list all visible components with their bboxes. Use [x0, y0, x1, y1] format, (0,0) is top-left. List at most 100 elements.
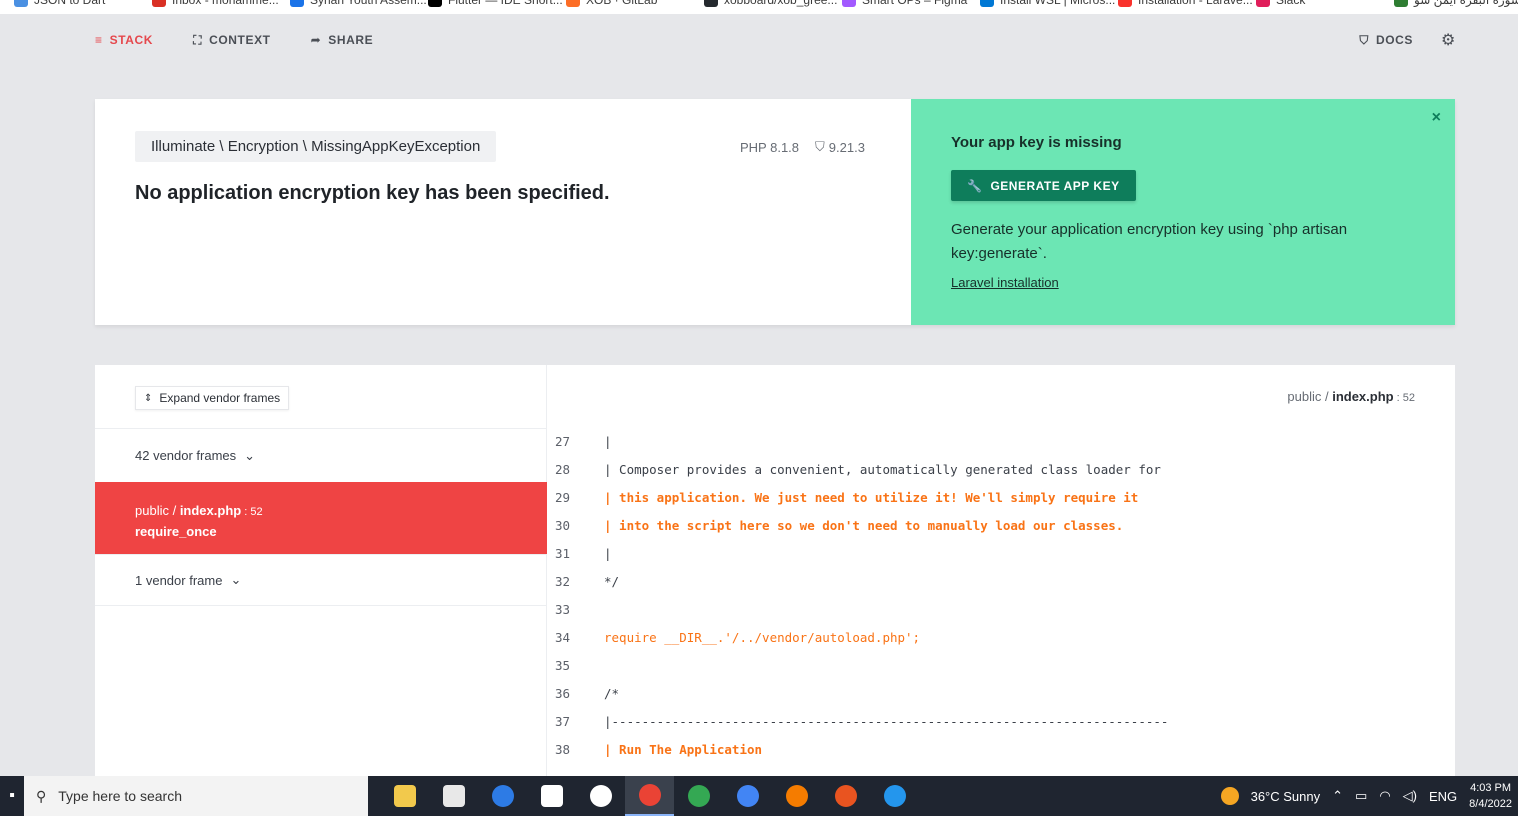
- chevron-up-icon[interactable]: ⌃: [1332, 788, 1343, 804]
- stack-card: ⇕ Expand vendor frames 42 vendor frames …: [95, 365, 1455, 776]
- bookmark-icon: [980, 0, 994, 7]
- share-icon: ➦: [310, 33, 322, 47]
- line-text: |: [604, 433, 612, 449]
- line-text: /*: [604, 685, 620, 701]
- code-file-path: public / index.php : 52: [1287, 389, 1415, 404]
- taskbar-search[interactable]: ⚲ Type here to search: [24, 776, 368, 816]
- line-text: | Composer provides a convenient, automa…: [604, 461, 1161, 477]
- line-number: 32: [555, 573, 571, 589]
- bookmark-item[interactable]: Flutter — IDE Short...: [428, 0, 563, 7]
- bookmark-item[interactable]: XOB · GitLab: [566, 0, 657, 7]
- laravel-installation-link[interactable]: Laravel installation: [951, 275, 1059, 290]
- bookmark-item[interactable]: سورة البقرة ايمن سو...: [1394, 0, 1518, 7]
- sort-icon: ⇕: [144, 392, 153, 404]
- search-icon: ⚲: [36, 787, 47, 804]
- language[interactable]: ENG: [1429, 789, 1457, 804]
- code-line: 31 |: [547, 539, 1455, 567]
- code-line: 34 require __DIR__.'/../vendor/autoload.p…: [547, 623, 1455, 651]
- code-line: 30 | into the script here so we don't nee…: [547, 511, 1455, 539]
- laravel-icon: ⛉: [1359, 32, 1369, 47]
- frame-active[interactable]: public / index.php : 52 require_once: [95, 482, 547, 554]
- store-icon[interactable]: [429, 776, 478, 816]
- code-line: 36 /*: [547, 679, 1455, 707]
- bookmark-item[interactable]: xobboard/xob_gree...: [704, 0, 837, 7]
- laravel-version-wrap: ⛉ 9.21.3: [815, 139, 865, 155]
- chrome-icon[interactable]: [674, 776, 723, 816]
- line-text: | Run The Application: [604, 741, 763, 757]
- nav-docs[interactable]: ⛉ DOCS: [1359, 33, 1413, 48]
- nav-context[interactable]: ⛶ CONTEXT: [193, 33, 271, 48]
- code-line: 29 | this application. We just need to ut…: [547, 483, 1455, 511]
- code-snippet: 27 | 28 | Composer provides a convenient, a…: [547, 427, 1455, 763]
- taskbar-apps: [380, 776, 919, 816]
- bookmark-item[interactable]: Inbox - mohamme...: [152, 0, 279, 7]
- bookmark-icon: [290, 0, 304, 7]
- code-line: 35: [547, 651, 1455, 679]
- line-number: 27: [555, 433, 571, 449]
- mail-icon[interactable]: [527, 776, 576, 816]
- bookmark-icon: [1256, 0, 1270, 7]
- line-number: 31: [555, 545, 571, 561]
- bookmark-item[interactable]: Slack: [1256, 0, 1305, 7]
- bookmark-icon: [14, 0, 28, 7]
- line-number: 34: [555, 629, 571, 645]
- sun-icon: [1220, 787, 1239, 805]
- docker-icon[interactable]: [870, 776, 919, 816]
- line-number: 29: [555, 489, 571, 505]
- app-icon[interactable]: [478, 776, 527, 816]
- clock[interactable]: 4:03 PM 8/4/2022: [1469, 780, 1512, 812]
- volume-icon[interactable]: ◁): [1403, 788, 1417, 804]
- code-line: 38 | Run The Application: [547, 735, 1455, 763]
- generate-app-key-button[interactable]: 🔧 GENERATE APP KEY: [951, 170, 1136, 201]
- bookmark-icon: [842, 0, 856, 7]
- line-text: |---------------------------------------…: [604, 713, 1169, 729]
- line-number: 36: [555, 685, 571, 701]
- line-text: | this application. We just need to util…: [604, 489, 1139, 505]
- code-line: 33: [547, 595, 1455, 623]
- gear-icon[interactable]: ⚙: [1441, 30, 1456, 50]
- solution-panel: × Your app key is missing 🔧 GENERATE APP…: [911, 99, 1455, 325]
- versions: PHP 8.1.8 ⛉ 9.21.3: [740, 139, 865, 155]
- bookmark-item[interactable]: Install WSL | Micros...: [980, 0, 1115, 7]
- line-number: 28: [555, 461, 571, 477]
- laravel-icon: ⛉: [815, 139, 825, 154]
- exception-class: Illuminate \ Encryption \ MissingAppKeyE…: [135, 131, 497, 162]
- bookmark-icon: [1394, 0, 1408, 7]
- line-number: 33: [555, 601, 571, 617]
- code-line: 37 |-------------------------------------…: [547, 707, 1455, 735]
- nav-stack[interactable]: ≡ STACK: [95, 33, 153, 47]
- line-number: 30: [555, 517, 571, 533]
- file-explorer-icon[interactable]: [380, 776, 429, 816]
- wifi-icon[interactable]: ◠: [1379, 788, 1390, 804]
- bookmark-icon: [152, 0, 166, 7]
- chrome-icon[interactable]: [723, 776, 772, 816]
- app-icon[interactable]: [576, 776, 625, 816]
- nav-share[interactable]: ➦ SHARE: [311, 33, 374, 47]
- bookmark-item[interactable]: JSON to Dart: [14, 0, 105, 7]
- top-nav: ≡ STACK ⛶ CONTEXT ➦ SHARE ⛉ DOCS ⚙: [95, 26, 1456, 54]
- close-icon[interactable]: ×: [1432, 109, 1441, 127]
- battery-icon[interactable]: ▭: [1355, 788, 1367, 804]
- app-icon[interactable]: [772, 776, 821, 816]
- code-line: 27 |: [547, 427, 1455, 455]
- bookmark-item[interactable]: Installation - Larave...: [1118, 0, 1253, 7]
- weather[interactable]: 36°C Sunny: [1251, 789, 1321, 804]
- bookmark-item[interactable]: Smart OPs – Figma: [842, 0, 967, 7]
- bookmark-icon: [428, 0, 442, 7]
- line-number: 38: [555, 741, 571, 757]
- bookmark-item[interactable]: Syrian Youth Assem...: [290, 0, 427, 7]
- chrome-icon[interactable]: [625, 776, 674, 816]
- line-text: require __DIR__.'/../vendor/autoload.php…: [604, 629, 921, 645]
- expand-vendor-frames-button[interactable]: ⇕ Expand vendor frames: [135, 386, 290, 410]
- bookmarks-bar: JSON to Dart Inbox - mohamme... Syrian You…: [0, 0, 1518, 14]
- bookmark-icon: [704, 0, 718, 7]
- windows-start-icon[interactable]: ▪: [0, 776, 24, 816]
- expand-icon: ⛶: [193, 32, 203, 47]
- line-text: */: [604, 573, 620, 589]
- frame-method: require_once: [135, 524, 217, 539]
- taskbar: ▪ ⚲ Type here to search 36°C Sunny ⌃ ▭ ◠…: [0, 776, 1518, 816]
- exception-card: Illuminate \ Encryption \ MissingAppKeyE…: [95, 99, 1455, 325]
- ubuntu-icon[interactable]: [821, 776, 870, 816]
- vendor-frames-group[interactable]: 42 vendor frames ⌄: [95, 428, 547, 482]
- vendor-frames-group[interactable]: 1 vendor frame ⌄: [95, 554, 547, 606]
